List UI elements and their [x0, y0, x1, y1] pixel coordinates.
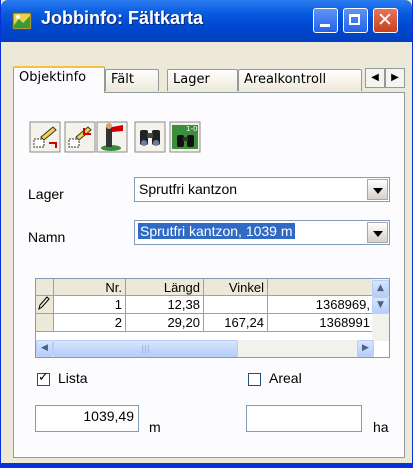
close-icon: ✕	[377, 9, 393, 31]
tab-lager[interactable]: Lager	[167, 69, 238, 91]
maximize-button[interactable]	[343, 8, 368, 33]
table-cell[interactable]: 1368969,	[268, 296, 374, 314]
row-edit-marker	[36, 296, 54, 314]
area-total-field[interactable]	[246, 405, 362, 432]
row-header	[36, 314, 54, 332]
checkmark-icon: ✓	[38, 370, 49, 385]
column-header-vinkel[interactable]: Vinkel	[204, 279, 268, 296]
window-title: Jobbinfo: Fältkarta	[41, 8, 204, 28]
scroll-right-button[interactable]: ▶	[357, 340, 374, 357]
map-binoculars-button[interactable]: 1-0	[169, 121, 201, 153]
minimize-icon	[320, 24, 330, 27]
lista-checkbox[interactable]: ✓	[37, 370, 50, 386]
table-cell[interactable]	[204, 296, 268, 314]
chevron-left-icon: ◀	[371, 72, 379, 83]
close-button[interactable]: ✕	[373, 8, 398, 33]
minimize-button[interactable]	[313, 8, 338, 33]
tab-arealkontroll[interactable]: Arealkontroll	[238, 69, 362, 91]
scroll-up-button[interactable]: ▲	[372, 280, 389, 297]
tab-label: Arealkontroll	[244, 72, 327, 87]
tab-scroll-right-button[interactable]: ▶	[385, 68, 405, 88]
namn-select[interactable]: Sprutfri kantzon, 1039 m	[134, 220, 390, 245]
namn-label: Namn	[28, 229, 66, 245]
lista-label: Lista	[58, 370, 88, 386]
lager-select[interactable]: Sprutfri kantzon	[134, 177, 390, 202]
tab-falt[interactable]: Fält	[105, 69, 159, 91]
chevron-right-icon: ▶	[391, 72, 399, 83]
tab-objektinfo[interactable]: Objektinfo	[13, 66, 105, 93]
areal-checkbox[interactable]	[248, 373, 261, 386]
tab-strip: Objektinfo Fält Lager Arealkontroll ◀ ▶	[13, 66, 405, 93]
jobbinfo-window: Jobbinfo: Fältkarta ✕ Objektinfo Fält La…	[0, 0, 413, 468]
column-header-langd[interactable]: Längd	[126, 279, 204, 296]
lager-label: Lager	[28, 186, 64, 202]
pencil-icon	[38, 296, 50, 311]
edit-feature-2-button[interactable]	[64, 121, 96, 153]
edit-feature-button[interactable]	[29, 121, 61, 153]
table-cell[interactable]: 12,38	[126, 296, 204, 314]
objektinfo-panel: 1-0 Lager Sprutfri kantzon Namn Sprutfri…	[13, 92, 405, 458]
table-cell[interactable]: 29,20	[126, 314, 204, 332]
length-total-field[interactable]: 1039,49	[35, 405, 139, 432]
tab-label: Lager	[173, 72, 210, 87]
title-bar[interactable]: Jobbinfo: Fältkarta ✕	[1, 0, 412, 42]
window-border-bottom	[1, 463, 412, 467]
table-cell[interactable]: 1	[54, 296, 126, 314]
row-header-corner	[36, 279, 54, 296]
chevron-down-icon[interactable]	[367, 179, 388, 200]
area-unit: ha	[373, 419, 389, 435]
scroll-left-button[interactable]: ◀	[36, 340, 53, 357]
scroll-thumb[interactable]: |||	[53, 340, 238, 357]
binoculars-button[interactable]	[134, 121, 166, 153]
flag-person-button[interactable]	[96, 121, 128, 153]
table-cell[interactable]: 2	[54, 314, 126, 332]
tab-label: Fält	[111, 72, 134, 87]
segment-table[interactable]: Nr. Längd Vinkel 1 12,38 1368969, 2 29,2…	[35, 278, 390, 358]
window-body: Objektinfo Fält Lager Arealkontroll ◀ ▶	[5, 42, 409, 464]
tab-label: Objektinfo	[19, 70, 87, 85]
horizontal-scrollbar[interactable]: ◀ ||| ▶	[36, 340, 374, 357]
vertical-scrollbar[interactable]: ▲ ▼	[372, 279, 389, 341]
map-app-icon	[12, 12, 32, 30]
tab-scroll-left-button[interactable]: ◀	[365, 68, 385, 88]
svg-text:1-0: 1-0	[186, 125, 197, 133]
table-cell[interactable]: 1368991	[268, 314, 374, 332]
column-header-coordinate[interactable]	[268, 279, 374, 296]
table-cell[interactable]: 167,24	[204, 314, 268, 332]
lager-value: Sprutfri kantzon	[139, 181, 238, 197]
chevron-down-icon[interactable]	[367, 222, 388, 243]
areal-label: Areal	[269, 370, 302, 386]
column-header-nr[interactable]: Nr.	[54, 279, 126, 296]
maximize-icon	[349, 14, 360, 25]
namn-value: Sprutfri kantzon, 1039 m	[137, 222, 296, 240]
scroll-down-button[interactable]: ▼	[372, 297, 389, 314]
length-unit: m	[149, 419, 161, 435]
